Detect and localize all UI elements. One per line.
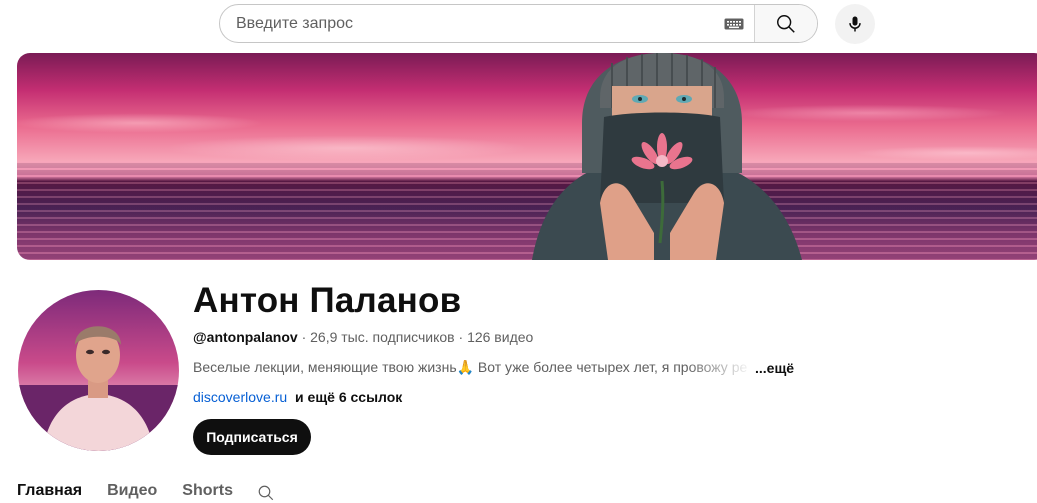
search-box[interactable] (219, 4, 818, 43)
channel-meta: @antonpalanov · 26,9 тыс. подписчиков · … (193, 329, 533, 345)
more-links-link[interactable]: и ещё 6 ссылок (295, 389, 402, 405)
subscriber-count: 26,9 тыс. подписчиков (310, 329, 455, 345)
tab-home[interactable]: Главная (17, 482, 82, 500)
channel-search-icon[interactable] (257, 484, 275, 502)
voice-search-button[interactable] (835, 4, 875, 44)
search-button[interactable] (754, 5, 817, 42)
banner-person-image (532, 53, 802, 260)
channel-avatar[interactable] (18, 290, 179, 451)
meta-separator: · (301, 329, 311, 345)
video-count: 126 видео (467, 329, 534, 345)
description-text: Веселые лекции, меняющие твою жизнь🙏 Вот… (193, 359, 748, 375)
channel-handle: @antonpalanov (193, 329, 298, 345)
avatar-image (18, 326, 179, 451)
tab-shorts[interactable]: Shorts (182, 482, 233, 500)
tab-videos[interactable]: Видео (107, 482, 157, 500)
channel-description[interactable]: Веселые лекции, меняющие твою жизнь🙏 Вот… (193, 359, 794, 376)
channel-links: discoverlove.ru и ещё 6 ссылок (193, 389, 402, 405)
subscribe-button[interactable]: Подписаться (193, 419, 311, 455)
channel-name: Антон Паланов (193, 281, 462, 320)
channel-banner (17, 53, 1037, 260)
search-icon (777, 14, 795, 33)
description-more-link[interactable]: ...ещё (755, 360, 794, 376)
channel-link-url[interactable]: discoverlove.ru (193, 389, 287, 405)
meta-separator: · (458, 329, 468, 345)
channel-tabs: Главная Видео Shorts (17, 482, 258, 500)
microphone-icon (849, 16, 861, 32)
keyboard-icon[interactable] (716, 18, 752, 30)
search-input[interactable] (220, 5, 716, 42)
